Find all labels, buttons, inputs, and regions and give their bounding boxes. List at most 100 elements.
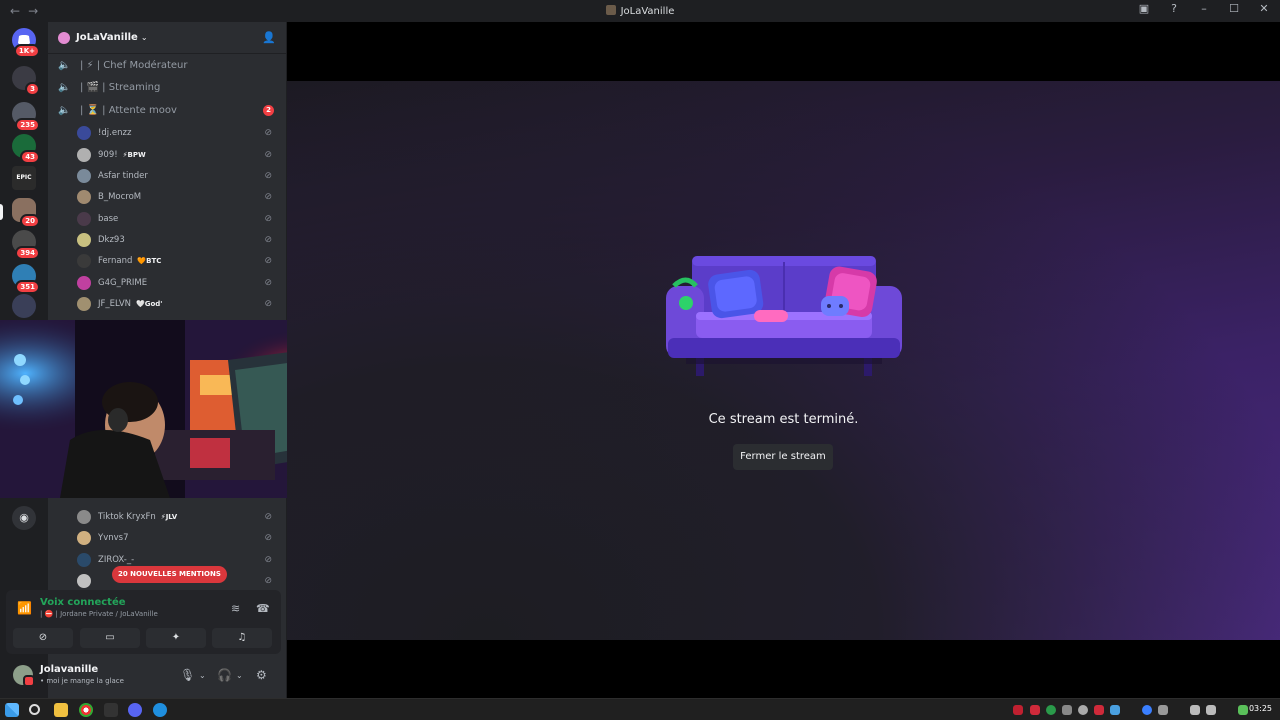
server-icon-5[interactable]: 394	[12, 230, 40, 260]
member-tag: ⚡BPW	[122, 150, 146, 159]
voice-member[interactable]: !dj.enzz ⊘	[77, 122, 282, 143]
deafened-icon: ⊘	[264, 511, 272, 522]
voice-member[interactable]: Yvnvs7 ⊘	[77, 527, 282, 548]
tray-app-icon[interactable]	[1094, 705, 1104, 715]
microphone-icon[interactable]: 🎙	[180, 668, 195, 682]
tray-app-icon[interactable]	[1158, 705, 1168, 715]
soundboard-icon: ♫	[237, 632, 247, 643]
headphones-icon[interactable]: 🎧	[217, 668, 232, 682]
deafened-icon: ⊘	[264, 149, 272, 160]
bluetooth-icon[interactable]	[1142, 705, 1152, 715]
windows-taskbar: 03:25	[0, 698, 1280, 720]
chrome-icon[interactable]	[79, 703, 93, 717]
tray-app-icon[interactable]	[1078, 705, 1088, 715]
forward-arrow-icon[interactable]: →	[28, 4, 38, 18]
server-badge: 3	[25, 82, 40, 96]
soundboard-button[interactable]: ♫	[212, 628, 272, 648]
voice-member[interactable]: base ⊘	[77, 208, 282, 229]
server-icon-epic[interactable]: EPIC	[12, 166, 36, 190]
new-mentions-pill[interactable]: 20 NOUVELLES MENTIONS	[112, 566, 227, 583]
voice-member[interactable]: Tiktok KryxFn ⚡JLV ⊘	[77, 506, 282, 527]
search-icon[interactable]	[29, 704, 40, 715]
server-icon-1[interactable]: 3	[12, 66, 40, 96]
member-name: Tiktok KryxFn	[98, 511, 156, 522]
app-taskbar-icon[interactable]	[153, 703, 167, 717]
avatar	[77, 168, 91, 183]
server-label: EPIC	[16, 174, 32, 181]
avatar	[77, 509, 91, 524]
server-badge: 20	[20, 214, 40, 228]
start-icon[interactable]	[5, 703, 19, 717]
network-icon[interactable]	[1190, 705, 1200, 715]
server-icon-2[interactable]: 235	[12, 102, 40, 132]
help-icon[interactable]: ?	[1166, 2, 1182, 15]
home-button[interactable]: 1K+	[12, 28, 40, 58]
file-explorer-icon[interactable]	[54, 703, 68, 717]
close-stream-button[interactable]: Fermer le stream	[733, 444, 833, 470]
speaker-icon: 🔈	[58, 81, 71, 93]
voice-member[interactable]: B_MocroM ⊘	[77, 186, 282, 207]
voice-channel[interactable]: 🔈 | 🎬 | Streaming	[48, 76, 286, 98]
tray-record-icon[interactable]	[1030, 705, 1040, 715]
maximize-icon[interactable]: ☐	[1226, 2, 1242, 15]
title-bar: ← → JoLaVanille ▣ ? – ☐ ✕	[0, 0, 1280, 22]
speaker-icon: 🔈	[58, 104, 71, 116]
discover-icon[interactable]: ◉	[12, 506, 36, 530]
volume-icon[interactable]	[1206, 705, 1216, 715]
disconnect-icon[interactable]: ☎	[256, 602, 270, 615]
voice-member[interactable]: Asfar tinder ⊘	[77, 165, 282, 186]
terminal-icon[interactable]	[104, 703, 118, 717]
member-name: Dkz93	[98, 234, 125, 245]
deafened-icon: ⊘	[264, 255, 272, 266]
stream-stage: Ce stream est terminé. Fermer le stream	[287, 22, 1280, 698]
member-name: Asfar tinder	[98, 170, 148, 181]
noise-suppression-icon[interactable]: ≋	[231, 602, 240, 615]
tray-app-icon[interactable]	[1110, 705, 1120, 715]
avatar	[77, 147, 91, 162]
close-icon[interactable]: ✕	[1256, 2, 1272, 15]
deafened-icon: ⊘	[264, 554, 272, 565]
clock[interactable]: 03:25	[1249, 704, 1272, 713]
chevron-down-icon[interactable]: ⌄	[199, 671, 206, 680]
server-icon-7[interactable]	[12, 294, 36, 318]
member-name: !dj.enzz	[98, 127, 132, 138]
voice-member[interactable]: 909! ⚡BPW ⊘	[77, 144, 282, 165]
server-icon-4[interactable]: 20	[12, 198, 40, 228]
camera-off-button[interactable]: ⊘	[13, 628, 73, 648]
avatar[interactable]	[13, 665, 35, 687]
signal-icon[interactable]: 📶	[17, 601, 32, 615]
back-arrow-icon[interactable]: ←	[10, 4, 20, 18]
voice-member[interactable]: G4G_PRIME ⊘	[77, 272, 282, 293]
discord-taskbar-icon[interactable]	[128, 703, 142, 717]
voice-member[interactable]: Fernand 🧡BTC ⊘	[77, 250, 282, 271]
activities-icon: ✦	[171, 632, 181, 643]
stream-ended-panel: Ce stream est terminé. Fermer le stream	[287, 81, 1280, 640]
chevron-down-icon[interactable]: ⌄	[236, 671, 243, 680]
avatar	[77, 189, 91, 204]
voice-member[interactable]: JF_ELVN 🤍God' ⊘	[77, 293, 282, 314]
server-icon-6[interactable]: 351	[12, 264, 40, 294]
username[interactable]: Jolavanille	[40, 664, 98, 675]
inbox-icon[interactable]: ▣	[1136, 2, 1152, 15]
voice-channel[interactable]: 🔈 | ⚡ | Chef Modérateur	[48, 54, 286, 76]
voice-member[interactable]: Dkz93 ⊘	[77, 229, 282, 250]
screen-share-button[interactable]: ▭	[80, 628, 140, 648]
invite-people-icon[interactable]: 👤	[262, 31, 276, 44]
settings-gear-icon[interactable]: ⚙	[256, 668, 267, 682]
tray-app-icon[interactable]	[1062, 705, 1072, 715]
server-icon-3[interactable]: 43	[12, 134, 40, 164]
voice-status[interactable]: Voix connectée	[40, 597, 126, 608]
tray-app-icon[interactable]	[1046, 705, 1056, 715]
window-title: JoLaVanille	[0, 5, 1280, 17]
guild-header[interactable]: JoLaVanille ⌄ 👤	[48, 22, 286, 54]
deafened-icon: ⊘	[264, 213, 272, 224]
activities-button[interactable]: ✦	[146, 628, 206, 648]
avatar	[77, 253, 91, 268]
deafened-icon: ⊘	[264, 532, 272, 543]
avatar	[77, 232, 91, 247]
voice-channel-active[interactable]: 🔈 | ⏳ | Attente moov 2	[48, 99, 286, 121]
nvidia-icon[interactable]	[1238, 705, 1248, 715]
window-title-icon	[605, 5, 616, 15]
minimize-icon[interactable]: –	[1196, 2, 1212, 15]
tray-mic-icon[interactable]	[1013, 705, 1023, 715]
